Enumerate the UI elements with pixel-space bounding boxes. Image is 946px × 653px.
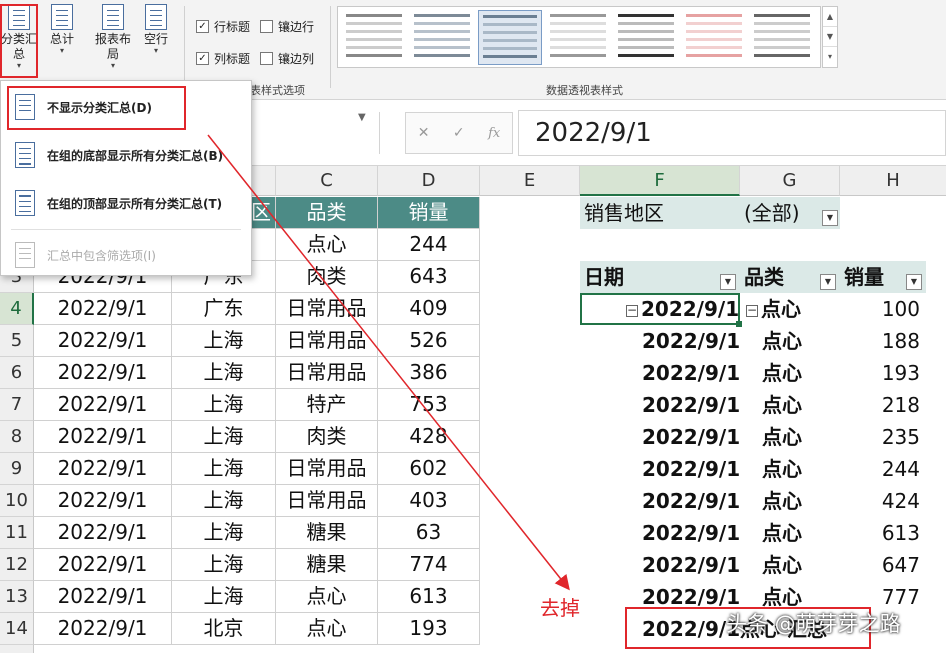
annotation-label: 去掉 xyxy=(540,596,580,620)
annotation-arrow xyxy=(207,134,570,591)
arrow-line xyxy=(207,134,570,591)
excel-window: 分类汇 总 ▾ 总计 ▾ 报表布 局 ▾ 空行 ▾ ✓ 行标题 镶边行 ✓ 列标… xyxy=(0,0,946,653)
watermark: 头条 @萌芽芽之路 xyxy=(726,612,901,636)
